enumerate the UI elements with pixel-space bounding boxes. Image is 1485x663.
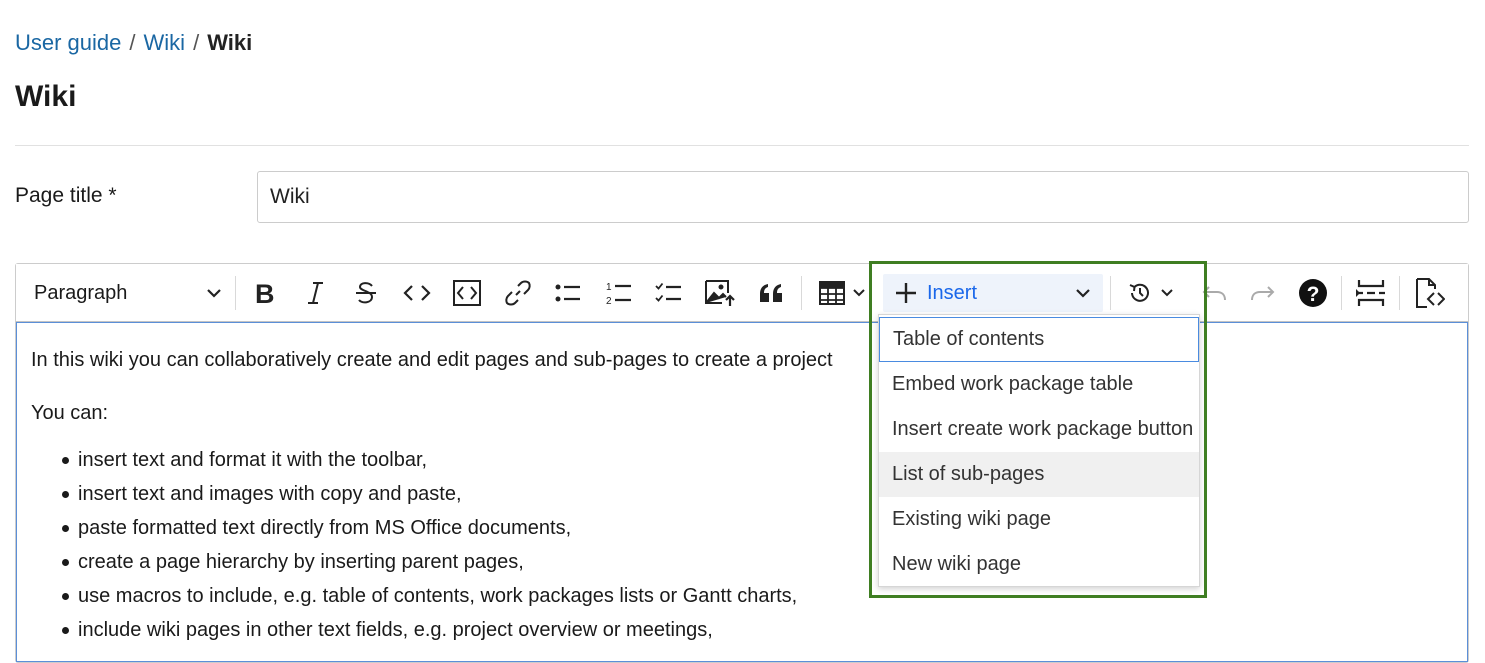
page-title: Wiki [15,80,77,113]
history-icon [1128,281,1152,305]
code-block-icon [452,279,482,307]
insert-label: Insert [927,281,978,304]
history-dropdown-button[interactable] [1122,274,1180,312]
image-upload-button[interactable] [702,274,738,312]
menu-item-list-of-sub-pages[interactable]: List of sub-pages [879,452,1199,497]
feature-list: insert text and format it with the toolb… [31,443,797,647]
table-dropdown-button[interactable] [812,274,872,312]
redo-icon [1250,283,1276,303]
bulleted-list-icon [554,281,582,305]
toolbar-separator [235,276,236,310]
source-button[interactable] [1411,274,1447,312]
list-item: use macros to include, e.g. table of con… [31,579,797,613]
breadcrumb-separator: / [129,30,136,55]
numbered-list-icon: 12 [605,280,633,306]
todo-list-button[interactable] [651,274,687,312]
svg-text:1: 1 [606,282,612,293]
paragraph-dropdown[interactable]: Paragraph [28,274,228,312]
todo-list-icon [655,281,683,305]
italic-icon [304,280,326,306]
paragraph-dropdown-label: Paragraph [34,281,128,304]
undo-button[interactable] [1196,274,1232,312]
breadcrumb-user-guide[interactable]: User guide [15,30,121,56]
italic-button[interactable] [297,274,333,312]
list-item: paste formatted text directly from MS Of… [31,511,797,545]
editor-content[interactable]: In this wiki you can collaboratively cre… [16,322,1468,662]
strikethrough-button[interactable] [348,274,384,312]
plus-icon [895,282,917,304]
chevron-down-icon [206,288,222,298]
insert-dropdown-button[interactable]: Insert [883,274,1103,312]
list-item: insert text and format it with the toolb… [31,443,797,477]
undo-icon [1201,283,1227,303]
numbered-list-button[interactable]: 12 [601,274,637,312]
source-icon [1413,277,1445,309]
bulleted-list-button[interactable] [550,274,586,312]
image-upload-icon [704,279,736,307]
blockquote-button[interactable] [753,274,789,312]
link-button[interactable] [500,274,536,312]
page-title-label: Page title * [15,184,117,207]
editor-toolbar: Paragraph B 1 2 Insert ? [16,264,1468,322]
page-break-button[interactable] [1353,274,1389,312]
menu-item-existing-wiki-page[interactable]: Existing wiki page [879,497,1199,542]
divider [15,145,1469,146]
toolbar-separator [1341,276,1342,310]
toolbar-separator [1399,276,1400,310]
link-icon [505,280,531,306]
blockquote-icon [758,282,784,304]
bold-button[interactable]: B [246,274,282,312]
page-title-input[interactable] [257,171,1469,223]
page-break-icon [1355,278,1387,308]
bold-icon: B [252,280,276,306]
menu-item-table-of-contents[interactable]: Table of contents [879,317,1199,362]
toolbar-separator [1110,276,1111,310]
table-icon [818,280,846,306]
svg-text:B: B [255,280,275,306]
rich-text-editor: Paragraph B 1 2 Insert ? In this wiki yo… [15,263,1469,663]
breadcrumb-current: Wiki [207,30,253,55]
help-button[interactable]: ? [1295,274,1331,312]
menu-item-new-wiki-page[interactable]: New wiki page [879,542,1199,587]
you-can-paragraph: You can: [31,402,109,424]
menu-item-insert-create-work-package-button[interactable]: Insert create work package button [879,407,1199,452]
list-item: insert text and images with copy and pas… [31,477,797,511]
code-button[interactable] [399,274,435,312]
breadcrumb-wiki[interactable]: Wiki [144,30,186,56]
svg-text:2: 2 [606,296,612,306]
code-icon [403,283,431,303]
code-block-button[interactable] [449,274,485,312]
insert-dropdown-menu: Table of contents Embed work package tab… [878,314,1200,587]
chevron-down-icon [852,288,866,298]
list-item: include wiki pages in other text fields,… [31,613,797,647]
chevron-down-icon [1075,288,1091,298]
chevron-down-icon [1160,288,1174,298]
breadcrumb-separator: / [193,30,200,55]
intro-paragraph: In this wiki you can collaboratively cre… [31,349,833,371]
svg-text:?: ? [1307,283,1320,306]
list-item: create a page hierarchy by inserting par… [31,545,797,579]
help-icon: ? [1298,278,1328,308]
menu-item-embed-work-package-table[interactable]: Embed work package table [879,362,1199,407]
toolbar-separator [801,276,802,310]
redo-button[interactable] [1245,274,1281,312]
strikethrough-icon [354,280,378,306]
breadcrumb: User guide / Wiki / Wiki [15,30,252,56]
